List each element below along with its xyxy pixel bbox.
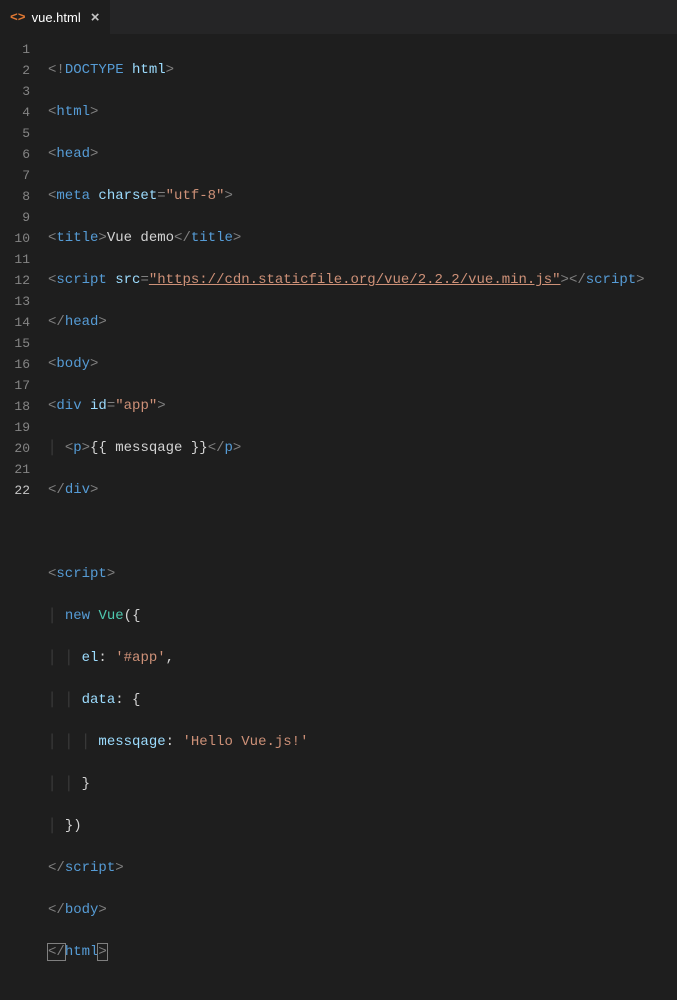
line-number-gutter: 1 2 3 4 5 6 7 8 9 10 11 12 13 14 15 16 1…	[0, 39, 48, 500]
tab-filename: vue.html	[32, 10, 81, 25]
line-number: 8	[0, 186, 30, 207]
line-number: 6	[0, 144, 30, 165]
line-number: 5	[0, 123, 30, 144]
line-number: 12	[0, 270, 30, 291]
line-number: 14	[0, 312, 30, 333]
line-number: 15	[0, 333, 30, 354]
line-number: 3	[0, 81, 30, 102]
line-number: 17	[0, 375, 30, 396]
code-area[interactable]: <!DOCTYPE html> <html> <head> <meta char…	[48, 39, 677, 500]
code-editor[interactable]: 1 2 3 4 5 6 7 8 9 10 11 12 13 14 15 16 1…	[0, 35, 677, 500]
close-icon[interactable]: ×	[91, 9, 100, 26]
tab-bar: <> vue.html ×	[0, 0, 677, 35]
line-number: 13	[0, 291, 30, 312]
tab-vue-html[interactable]: <> vue.html ×	[0, 0, 110, 34]
line-number: 19	[0, 417, 30, 438]
cursor: </	[47, 943, 66, 961]
line-number: 18	[0, 396, 30, 417]
line-number: 4	[0, 102, 30, 123]
line-number: 16	[0, 354, 30, 375]
line-number: 10	[0, 228, 30, 249]
line-number: 11	[0, 249, 30, 270]
html-file-icon: <>	[10, 10, 26, 25]
line-number: 20	[0, 438, 30, 459]
line-number-current: 22	[0, 480, 30, 501]
line-number: 2	[0, 60, 30, 81]
line-number: 21	[0, 459, 30, 480]
line-number: 7	[0, 165, 30, 186]
line-number: 9	[0, 207, 30, 228]
line-number: 1	[0, 39, 30, 60]
